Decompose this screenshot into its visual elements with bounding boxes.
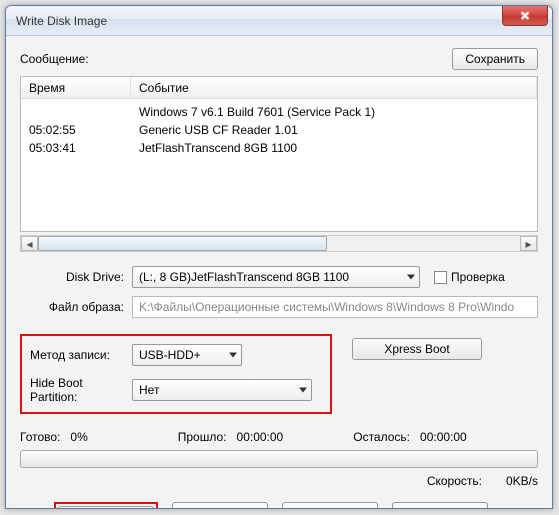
log-hscrollbar[interactable]: ◂ ▸ <box>20 235 538 252</box>
scroll-thumb[interactable] <box>38 236 327 251</box>
chevron-down-icon <box>407 275 415 280</box>
log-event: Windows 7 v6.1 Build 7601 (Service Pack … <box>131 105 537 119</box>
log-time: 05:02:55 <box>21 123 131 137</box>
scroll-track[interactable] <box>38 236 520 251</box>
disk-drive-label: Disk Drive: <box>20 270 132 284</box>
ready-label: Готово: <box>20 430 60 444</box>
list-item[interactable]: Windows 7 v6.1 Build 7601 (Service Pack … <box>21 103 537 121</box>
message-label: Сообщение: <box>20 52 89 66</box>
write-method-value: USB-HDD+ <box>139 348 201 362</box>
elapsed-value: 00:00:00 <box>237 430 284 444</box>
ready-value: 0% <box>70 430 87 444</box>
progress-row: Готово: 0% Прошло: 00:00:00 Осталось: 00… <box>20 430 538 444</box>
format-button[interactable]: Форматировать <box>58 506 154 509</box>
write-settings-group: Метод записи: USB-HDD+ Hide Boot Partiti… <box>20 334 332 414</box>
image-file-label: Файл образа: <box>20 300 132 314</box>
hide-boot-label: Hide Boot Partition: <box>30 376 132 404</box>
hide-boot-select[interactable]: Нет <box>132 379 312 401</box>
image-file-value: K:\Файлы\Операционные системы\Windows 8\… <box>139 300 514 314</box>
remain-label: Осталось: <box>353 430 410 444</box>
write-method-select[interactable]: USB-HDD+ <box>132 344 242 366</box>
abort-button: Прервать <box>282 502 378 509</box>
list-item[interactable]: 05:02:55 Generic USB CF Reader 1.01 <box>21 121 537 139</box>
speed-value: 0KB/s <box>506 474 538 488</box>
titlebar[interactable]: Write Disk Image ✕ <box>6 6 552 36</box>
speed-label: Скорость: <box>427 474 482 488</box>
elapsed-label: Прошло: <box>178 430 227 444</box>
scroll-left-icon[interactable]: ◂ <box>21 236 38 251</box>
log-time: 05:03:41 <box>21 141 131 155</box>
log-col-event[interactable]: Событие <box>131 77 537 98</box>
scroll-right-icon[interactable]: ▸ <box>520 236 537 251</box>
log-body[interactable]: Windows 7 v6.1 Build 7601 (Service Pack … <box>21 99 537 231</box>
remain-value: 00:00:00 <box>420 430 467 444</box>
save-button[interactable]: Сохранить <box>452 48 538 70</box>
image-file-field[interactable]: K:\Файлы\Операционные системы\Windows 8\… <box>132 296 538 318</box>
window: Write Disk Image ✕ Сообщение: Сохранить … <box>5 5 553 509</box>
write-method-label: Метод записи: <box>30 348 132 362</box>
log-event: JetFlashTranscend 8GB 1100 <box>131 141 537 155</box>
disk-drive-value: (L:, 8 GB)JetFlashTranscend 8GB 1100 <box>139 270 349 284</box>
back-button[interactable]: Назад <box>392 502 488 509</box>
log-event: Generic USB CF Reader 1.01 <box>131 123 537 137</box>
xpress-boot-button[interactable]: Xpress Boot <box>352 338 482 360</box>
log-box: Время Событие Windows 7 v6.1 Build 7601 … <box>20 76 538 232</box>
chevron-down-icon <box>299 388 307 393</box>
hide-boot-value: Нет <box>139 383 159 397</box>
chevron-down-icon <box>229 353 237 358</box>
log-col-time[interactable]: Время <box>21 77 131 98</box>
format-highlight: Форматировать <box>54 502 158 509</box>
verify-label: Проверка <box>451 270 505 284</box>
disk-drive-select[interactable]: (L:, 8 GB)JetFlashTranscend 8GB 1100 <box>132 266 420 288</box>
window-title: Write Disk Image <box>16 14 107 28</box>
log-header: Время Событие <box>21 77 537 99</box>
verify-checkbox[interactable] <box>434 271 447 284</box>
close-icon: ✕ <box>520 9 530 23</box>
list-item[interactable]: 05:03:41 JetFlashTranscend 8GB 1100 <box>21 139 537 157</box>
progress-bar <box>20 450 538 468</box>
close-button[interactable]: ✕ <box>502 6 548 26</box>
button-row: Форматировать Записать Прервать Назад <box>54 502 538 509</box>
write-button[interactable]: Записать <box>172 502 268 509</box>
client-area: Сообщение: Сохранить Время Событие Windo… <box>6 36 552 509</box>
